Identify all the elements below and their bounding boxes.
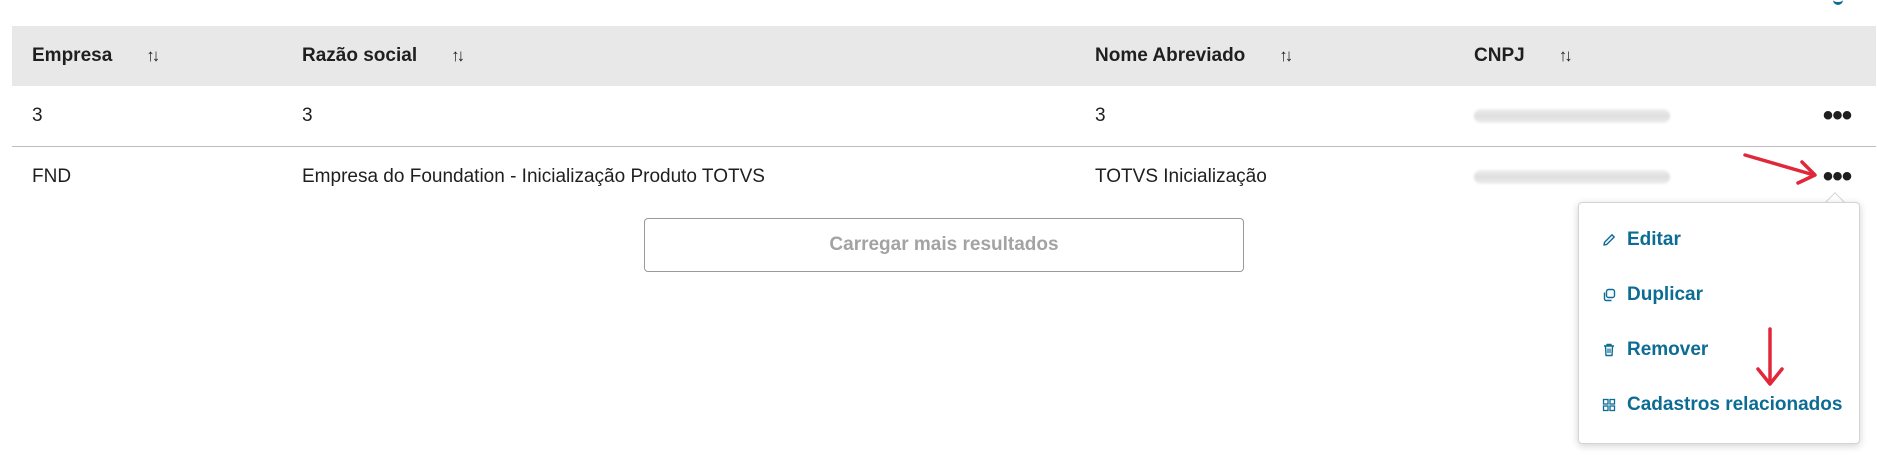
- trash-icon: [1604, 343, 1614, 357]
- table-row[interactable]: 3 3 3 •••: [12, 86, 1876, 147]
- row-actions-button[interactable]: •••: [1820, 100, 1854, 132]
- column-label: Nome Abreviado: [1095, 45, 1246, 66]
- corner-indicator: [1833, 0, 1843, 5]
- cell-nome-abreviado: TOTVS Inicialização: [1095, 166, 1267, 187]
- cell-cnpj: [1474, 147, 1670, 207]
- menu-item-editar[interactable]: Editar: [1601, 229, 1681, 251]
- column-label: Empresa: [32, 45, 113, 66]
- menu-item-cadastros-relacionados[interactable]: Cadastros relacionados: [1601, 394, 1842, 416]
- cell-empresa: 3: [32, 105, 43, 126]
- row-actions-menu: Editar Duplicar Remover Cadastros relaci…: [1578, 202, 1860, 444]
- menu-item-label: Remover: [1627, 339, 1709, 360]
- sort-icon[interactable]: ↑↓: [1559, 46, 1573, 66]
- column-header-cnpj[interactable]: CNPJ ↑↓: [1474, 26, 1573, 86]
- cell-nome-abreviado: 3: [1095, 105, 1106, 126]
- menu-item-remover[interactable]: Remover: [1601, 339, 1708, 361]
- load-more-button[interactable]: Carregar mais resultados: [644, 218, 1244, 272]
- table-header: Empresa ↑↓ Razão social ↑↓ Nome Abreviad…: [12, 26, 1876, 86]
- companies-table: Empresa ↑↓ Razão social ↑↓ Nome Abreviad…: [12, 26, 1876, 208]
- column-label: Razão social: [302, 45, 418, 66]
- column-header-razao-social[interactable]: Razão social ↑↓: [302, 26, 465, 86]
- annotation-arrow-down: [1756, 327, 1784, 386]
- cell-razao-social: Empresa do Foundation - Inicialização Pr…: [302, 166, 765, 187]
- sort-icon[interactable]: ↑↓: [1279, 46, 1293, 66]
- annotation-arrow-right: [1743, 153, 1817, 185]
- redacted-cnpj: [1474, 170, 1670, 184]
- cell-cnpj: [1474, 86, 1670, 146]
- menu-item-label: Duplicar: [1627, 284, 1704, 305]
- menu-item-label: Cadastros relacionados: [1627, 394, 1843, 415]
- table-row[interactable]: FND Empresa do Foundation - Inicializaçã…: [12, 147, 1876, 208]
- column-label: CNPJ: [1474, 45, 1525, 66]
- pencil-icon: [1603, 234, 1615, 246]
- grid-icon: [1602, 398, 1616, 412]
- cell-empresa: FND: [32, 166, 72, 187]
- row-actions-button[interactable]: •••: [1820, 161, 1854, 193]
- redacted-cnpj: [1474, 109, 1670, 123]
- sort-icon[interactable]: ↑↓: [146, 46, 160, 66]
- cell-razao-social: 3: [302, 105, 313, 126]
- menu-item-label: Editar: [1627, 229, 1681, 250]
- sort-icon[interactable]: ↑↓: [451, 46, 465, 66]
- column-header-empresa[interactable]: Empresa ↑↓: [32, 26, 160, 86]
- column-header-nome-abreviado[interactable]: Nome Abreviado ↑↓: [1095, 26, 1293, 86]
- menu-item-duplicar[interactable]: Duplicar: [1601, 284, 1703, 306]
- duplicate-icon: [1603, 288, 1616, 302]
